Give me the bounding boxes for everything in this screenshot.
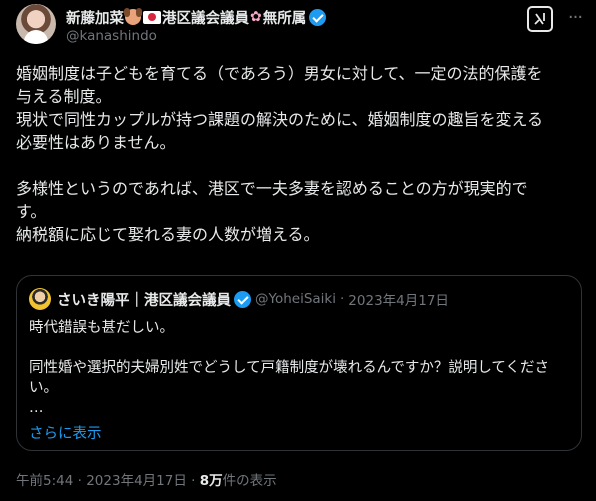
tweet-footer: 午前5:44 · 2023年4月17日 · 8万件の表示 [16, 469, 277, 489]
quoted-tweet[interactable]: さいき陽平｜港区議会議員 @YoheiSaiki · 2023年4月17日 時代… [16, 275, 582, 451]
quoted-separator: · [340, 291, 345, 307]
view-count[interactable]: 8万 [200, 473, 223, 489]
quoted-name: さいき陽平｜港区議会議員 [57, 292, 231, 309]
author-avatar[interactable] [16, 4, 56, 44]
quoted-header: さいき陽平｜港区議会議員 @YoheiSaiki · 2023年4月17日 [29, 288, 449, 310]
verified-badge-icon [234, 290, 251, 308]
show-more-link[interactable]: さらに表示 [29, 422, 102, 443]
quoted-avatar [29, 288, 51, 310]
grok-icon [534, 13, 545, 25]
author-name[interactable]: 新藤加菜 [66, 7, 124, 28]
verified-badge-icon[interactable] [309, 8, 327, 26]
quoted-date: 2023年4月17日 [348, 293, 449, 309]
author-name-line[interactable]: 新藤加菜 港区議会議員 ✿ 無所属 [66, 7, 327, 28]
author-handle[interactable]: @kanashindo [66, 28, 157, 44]
view-label[interactable]: 件の表示 [223, 473, 277, 489]
dog-emoji-icon [124, 8, 142, 25]
tweet-text: 婚姻制度は子どもを育てる（であろう）男女に対して、一定の法的保護を 与える制度。… [16, 64, 544, 244]
grok-button[interactable] [527, 6, 553, 32]
quoted-handle: @YoheiSaiki [255, 291, 336, 307]
tweet-time[interactable]: 午前5:44 [16, 473, 73, 489]
footer-separator: · [77, 473, 82, 489]
tweet-header: 新藤加菜 港区議会議員 ✿ 無所属 @kanashindo ··· [16, 4, 585, 48]
more-icon[interactable]: ··· [565, 8, 585, 28]
tweet-date[interactable]: 2023年4月17日 [86, 473, 187, 489]
cherry-blossom-icon: ✿ [250, 9, 262, 25]
quoted-text: 時代錯誤も甚だしい。 同性婚や選択的夫婦別姓でどうして戸籍制度が壊れるんですか？… [29, 320, 549, 416]
japan-flag-icon [143, 10, 161, 24]
author-title[interactable]: 港区議会議員 [162, 7, 249, 28]
footer-separator: · [191, 473, 196, 489]
author-affiliation[interactable]: 無所属 [263, 7, 307, 28]
